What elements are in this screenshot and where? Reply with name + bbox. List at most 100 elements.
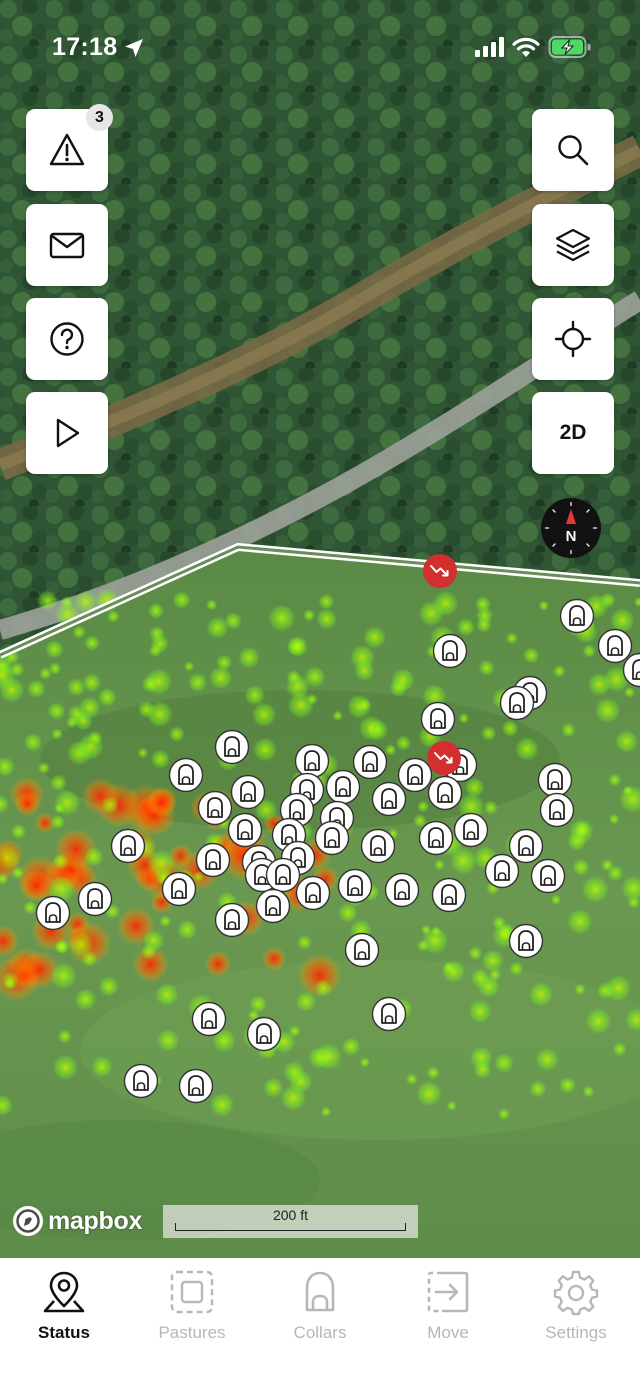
heatmap-point	[478, 659, 495, 676]
heatmap-point	[497, 1108, 510, 1121]
heatmap-point	[306, 693, 318, 705]
layers-button[interactable]	[532, 204, 614, 286]
collar-marker[interactable]	[110, 828, 146, 864]
heatmap-point	[296, 934, 312, 950]
collar-marker[interactable]	[77, 881, 113, 917]
heatmap-point	[390, 668, 415, 692]
heatmap-point	[177, 919, 197, 940]
collar-marker[interactable]	[432, 633, 468, 669]
heatmap-point	[57, 1029, 72, 1044]
question-circle-icon	[50, 322, 84, 356]
collar-marker[interactable]	[161, 871, 197, 907]
heatmap-point	[287, 635, 309, 657]
collar-marker[interactable]	[371, 996, 407, 1032]
tab-collars[interactable]: Collars	[256, 1268, 384, 1358]
collar-marker[interactable]	[453, 812, 489, 848]
warning-triangle-icon	[49, 133, 85, 166]
collar-marker[interactable]	[371, 781, 407, 817]
heatmap-point	[574, 983, 586, 996]
tab-status[interactable]: Status	[0, 1268, 128, 1358]
scale-label: 200 ft	[272, 1207, 309, 1223]
heatmap-point	[359, 1057, 371, 1068]
collar-marker[interactable]	[427, 775, 463, 811]
battery-charging-icon	[548, 36, 591, 58]
heatmap-point	[581, 875, 610, 904]
collar-marker[interactable]	[314, 820, 350, 856]
heatmap-point	[585, 1008, 612, 1035]
collar-marker[interactable]	[35, 895, 71, 931]
messages-button[interactable]	[26, 204, 108, 286]
heatmap-point	[84, 847, 104, 867]
heatmap-point	[469, 1046, 493, 1070]
collar-marker[interactable]	[168, 757, 204, 793]
collar-marker[interactable]	[195, 842, 231, 878]
tab-pastures[interactable]: Pastures	[128, 1268, 256, 1358]
collar-marker[interactable]	[246, 1016, 282, 1052]
collar-marker[interactable]	[344, 932, 380, 968]
collar-marker[interactable]	[539, 792, 575, 828]
status-bar: 17:18	[0, 0, 640, 90]
view-mode-button[interactable]: 2D	[532, 392, 614, 474]
alert-marker[interactable]	[422, 553, 458, 589]
collar-marker[interactable]	[214, 902, 250, 938]
play-button[interactable]	[26, 392, 108, 474]
heatmap-point	[523, 647, 540, 664]
collar-marker[interactable]	[559, 598, 595, 634]
collar-marker[interactable]	[227, 812, 263, 848]
help-button[interactable]	[26, 298, 108, 380]
heatmap-point	[622, 785, 634, 796]
heatmap-point	[54, 789, 81, 816]
collar-marker[interactable]	[499, 685, 535, 721]
heatmap-point	[0, 677, 25, 703]
heatmap-point	[283, 1061, 306, 1083]
heatmap-point	[501, 719, 519, 737]
collar-marker[interactable]	[418, 820, 454, 856]
collar-marker[interactable]	[214, 729, 250, 765]
collar-marker[interactable]	[191, 1001, 227, 1037]
search-icon	[558, 135, 589, 166]
collar-marker[interactable]	[622, 652, 640, 688]
heatmap-point	[320, 1106, 332, 1118]
heatmap-point	[481, 725, 497, 741]
search-button[interactable]	[532, 109, 614, 191]
heatmap-point	[52, 1054, 79, 1081]
heatmap-point	[216, 654, 233, 671]
collar-marker[interactable]	[420, 701, 456, 737]
collar-marker[interactable]	[230, 774, 266, 810]
heatmap-point	[612, 1042, 627, 1057]
collar-marker[interactable]	[508, 923, 544, 959]
heatmap-point	[4, 978, 15, 989]
heatmap-point	[529, 1080, 547, 1098]
compass-button[interactable]: N	[540, 497, 602, 559]
alert-marker[interactable]	[426, 740, 462, 776]
heatmap-hotspot	[14, 791, 40, 817]
heatmap-point	[358, 715, 384, 741]
heatmap-point	[147, 602, 165, 620]
tab-label: Collars	[293, 1323, 347, 1342]
collar-marker[interactable]	[431, 877, 467, 913]
gear-icon	[553, 1270, 599, 1316]
collar-marker[interactable]	[384, 872, 420, 908]
collar-marker[interactable]	[255, 888, 291, 924]
heatmap-point	[82, 673, 102, 693]
heatmap-point	[468, 946, 483, 961]
heatmap-point	[39, 667, 52, 680]
collar-marker[interactable]	[530, 858, 566, 894]
heatmap-point	[37, 590, 58, 611]
heatmap-point	[535, 1047, 560, 1072]
heatmap-point	[572, 858, 590, 876]
collar-marker[interactable]	[295, 875, 331, 911]
collar-marker[interactable]	[123, 1063, 159, 1099]
collar-marker[interactable]	[360, 828, 396, 864]
heatmap-point	[608, 773, 622, 787]
locate-button[interactable]	[532, 298, 614, 380]
collar-marker[interactable]	[337, 868, 373, 904]
heatmap-point	[441, 959, 466, 984]
mapbox-logo[interactable]: mapbox	[12, 1203, 142, 1239]
tab-settings[interactable]: Settings	[512, 1268, 640, 1358]
collar-marker[interactable]	[484, 853, 520, 889]
collar-marker[interactable]	[178, 1068, 214, 1104]
heatmap-point	[101, 796, 119, 814]
heatmap-point	[9, 662, 25, 677]
tab-move[interactable]: Move	[384, 1268, 512, 1358]
